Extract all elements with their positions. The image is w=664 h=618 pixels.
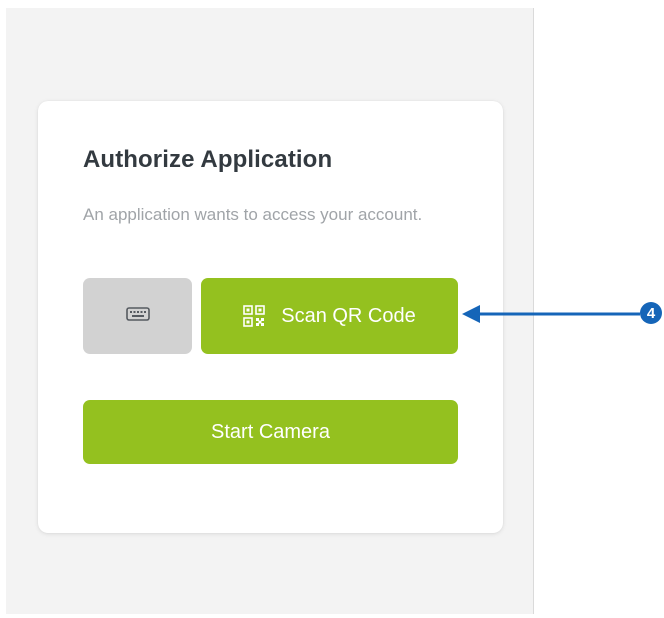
qr-code-icon [243, 305, 266, 327]
keyboard-icon [125, 306, 150, 326]
callout-arrow-icon [462, 305, 640, 323]
start-camera-label: Start Camera [211, 420, 330, 443]
start-camera-button[interactable]: Start Camera [83, 400, 458, 464]
keyboard-entry-button[interactable] [83, 278, 192, 354]
scan-qr-code-button[interactable]: Scan QR Code [201, 278, 458, 354]
page: Authorize Application An application wan… [0, 0, 664, 618]
scan-qr-code-label: Scan QR Code [281, 304, 416, 327]
card-title: Authorize Application [83, 146, 333, 173]
card-description: An application wants to access your acco… [83, 205, 423, 224]
callout-badge: 4 [640, 302, 662, 324]
